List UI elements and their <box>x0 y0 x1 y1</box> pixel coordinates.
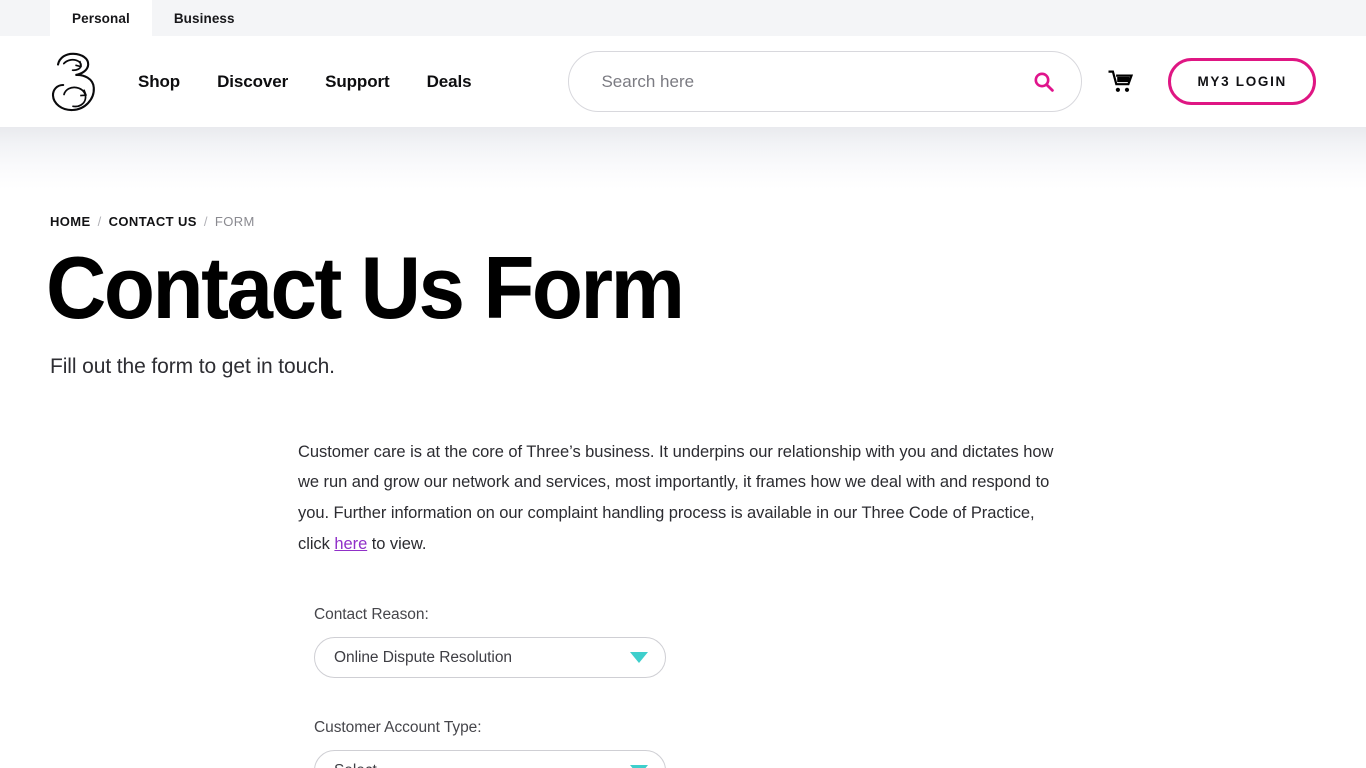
search-input[interactable] <box>599 70 1034 93</box>
nav-item-deals[interactable]: Deals <box>427 72 472 92</box>
tab-business-label: Business <box>173 10 235 26</box>
field-customer-account-type: Customer Account Type: Select <box>314 719 1316 768</box>
contact-reason-select[interactable]: Online Dispute Resolution <box>314 637 666 679</box>
nav-item-support[interactable]: Support <box>325 72 390 92</box>
search-button[interactable] <box>1033 71 1055 93</box>
tab-personal[interactable]: Personal <box>50 0 152 36</box>
main-navigation: Shop Discover Support Deals <box>138 72 472 92</box>
shopping-cart-icon <box>1108 70 1134 92</box>
nav-item-shop[interactable]: Shop <box>138 72 180 92</box>
search-bar[interactable] <box>568 51 1083 112</box>
breadcrumb: HOME / CONTACT US / FORM <box>50 214 1316 229</box>
customer-account-type-value: Select <box>334 762 630 768</box>
page-title: Contact Us Form <box>46 238 685 337</box>
field-contact-reason: Contact Reason: Online Dispute Resolutio… <box>314 606 1316 679</box>
breadcrumb-separator: / <box>97 214 102 229</box>
breadcrumb-item-form: FORM <box>214 214 255 229</box>
my3-login-button[interactable]: MY3 LOGIN <box>1168 58 1316 105</box>
tab-business[interactable]: Business <box>152 0 257 36</box>
form-content-column: Customer care is at the core of Three’s … <box>50 437 1316 768</box>
my3-login-label: MY3 LOGIN <box>1197 74 1287 89</box>
customer-account-type-select[interactable]: Select <box>314 750 666 768</box>
contact-reason-label: Contact Reason: <box>314 606 429 624</box>
search-icon <box>1034 72 1055 92</box>
cart-button[interactable] <box>1108 70 1134 94</box>
intro-text-after-link: to view. <box>367 534 427 553</box>
breadcrumb-item-contact-us[interactable]: CONTACT US <box>109 214 197 229</box>
contact-reason-value: Online Dispute Resolution <box>334 648 512 666</box>
nav-item-discover[interactable]: Discover <box>217 72 288 92</box>
breadcrumb-item-home[interactable]: HOME <box>50 214 91 229</box>
breadcrumb-separator: / <box>203 214 208 229</box>
chevron-down-icon <box>630 652 648 664</box>
page-subtitle: Fill out the form to get in touch. <box>50 354 335 378</box>
contact-form: Contact Reason: Online Dispute Resolutio… <box>298 606 1316 768</box>
site-header: Shop Discover Support Deals MY3 LOGIN <box>0 36 1366 127</box>
code-of-practice-link[interactable]: here <box>334 535 367 553</box>
intro-paragraph: Customer care is at the core of Three’s … <box>298 437 1070 559</box>
customer-account-type-label: Customer Account Type: <box>314 719 482 737</box>
account-type-tabbar: Personal Business <box>0 0 1366 36</box>
page-body: HOME / CONTACT US / FORM Contact Us Form… <box>0 214 1366 768</box>
three-logo[interactable] <box>50 51 98 113</box>
tab-personal-label: Personal <box>72 10 130 26</box>
header-shadow-strip <box>0 127 1366 189</box>
